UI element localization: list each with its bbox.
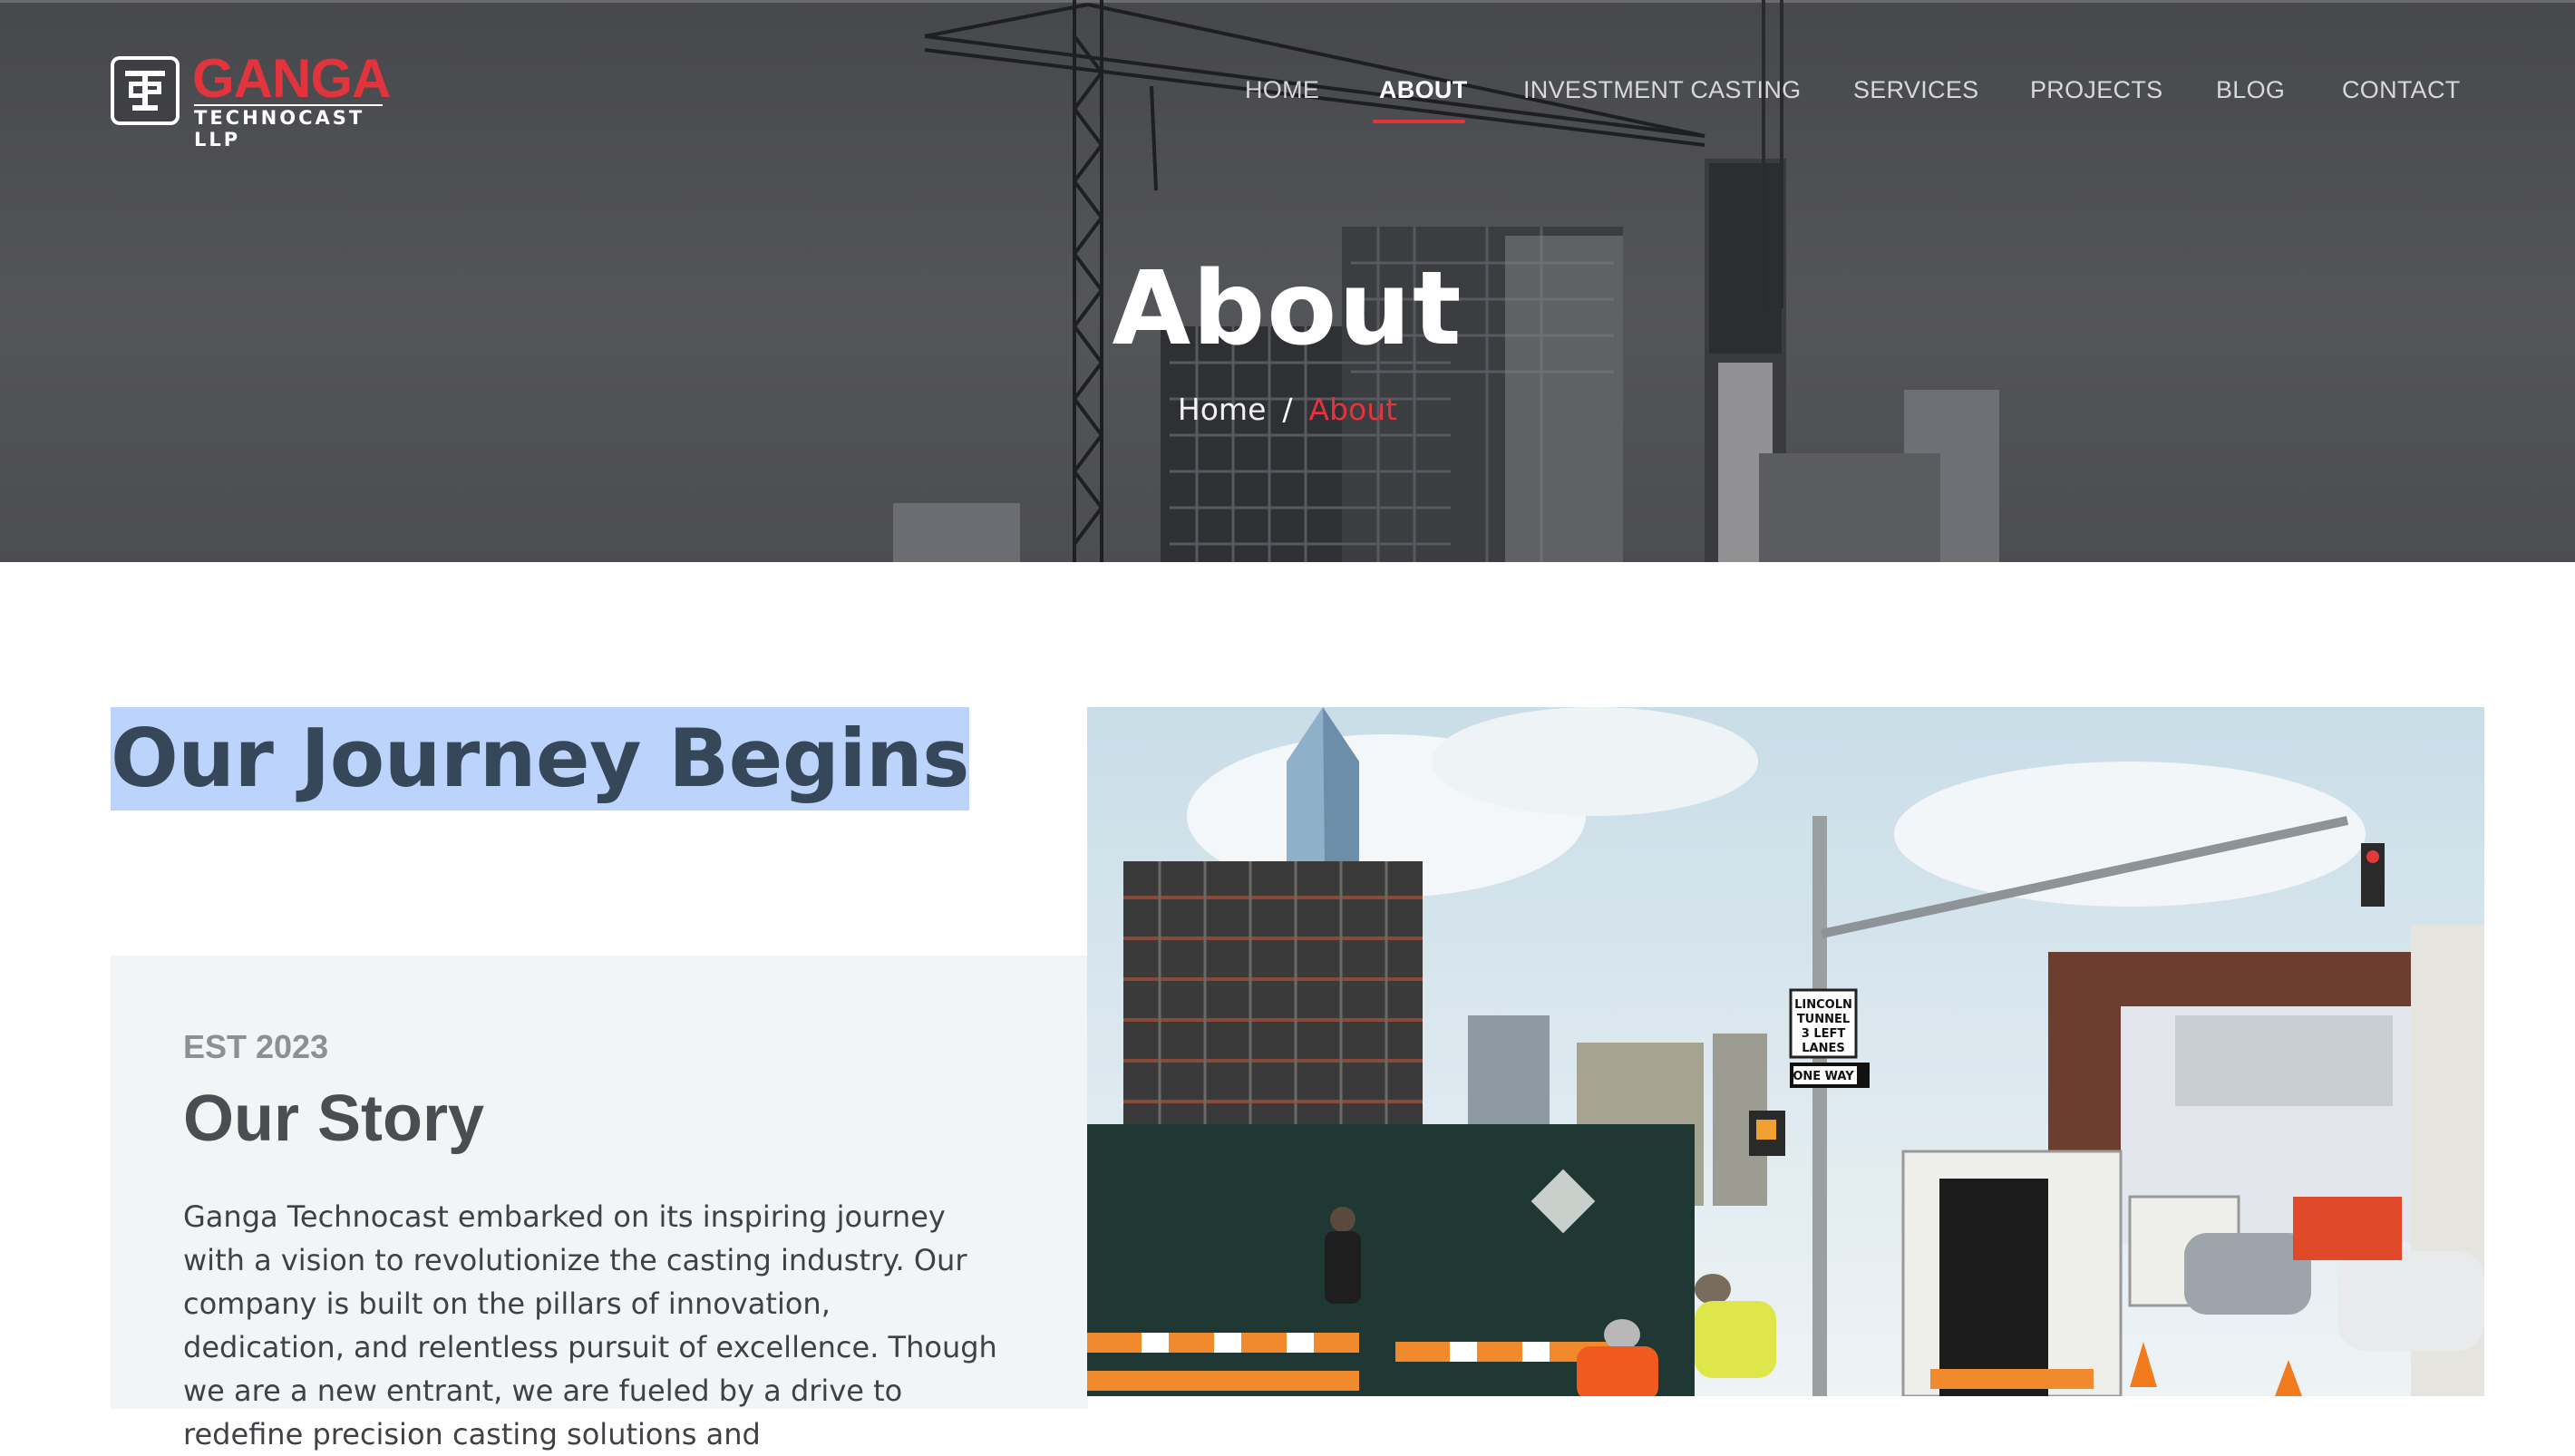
breadcrumb-home-link[interactable]: Home xyxy=(1178,392,1266,427)
hero-banner: GANGA TECHNOCAST LLP HOME ABOUT INVESTME… xyxy=(0,0,2575,562)
story-paragraph: Ganga Technocast embarked on its inspiri… xyxy=(183,1199,997,1451)
nav-investment-casting[interactable]: INVESTMENT CASTING xyxy=(1523,76,1801,104)
nav-home[interactable]: HOME xyxy=(1245,76,1319,104)
breadcrumb-separator: / xyxy=(1282,392,1293,427)
page-title: About xyxy=(1112,250,1463,368)
sign-tunnel-line4: LANES xyxy=(1802,1042,1844,1055)
sign-tunnel-line1: LINCOLN xyxy=(1794,998,1852,1012)
section-heading: Our Journey Begins xyxy=(111,707,970,811)
story-title: Our Story xyxy=(183,1082,485,1155)
logo-divider xyxy=(194,104,383,106)
nav-projects[interactable]: PROJECTS xyxy=(2030,76,2162,104)
active-nav-indicator xyxy=(1373,120,1465,123)
nav-about[interactable]: ABOUT xyxy=(1379,76,1468,104)
logo-name: GANGA xyxy=(192,48,391,109)
company-logo[interactable]: GANGA TECHNOCAST LLP xyxy=(111,49,392,150)
breadcrumb-current: About xyxy=(1308,392,1398,427)
sign-one-way: ONE WAY xyxy=(1793,1070,1854,1083)
logo-monogram-icon xyxy=(111,56,180,125)
established-label: EST 2023 xyxy=(183,1028,329,1065)
nav-contact[interactable]: CONTACT xyxy=(2342,76,2461,104)
sign-tunnel-line3: 3 LEFT xyxy=(1802,1027,1846,1041)
breadcrumb: Home / About xyxy=(0,392,2575,428)
story-card: EST 2023 Our Story Ganga Technocast emba… xyxy=(111,956,1088,1451)
construction-site-photo: LINCOLN TUNNEL 3 LEFT LANES ONE WAY xyxy=(1087,707,2484,1396)
sign-tunnel-line2: TUNNEL xyxy=(1797,1013,1850,1026)
nav-blog[interactable]: BLOG xyxy=(2216,76,2285,104)
nav-services[interactable]: SERVICES xyxy=(1853,76,1978,104)
logo-subtitle: TECHNOCAST LLP xyxy=(194,107,365,150)
street-construction-image: LINCOLN TUNNEL 3 LEFT LANES ONE WAY xyxy=(1087,707,2484,1396)
